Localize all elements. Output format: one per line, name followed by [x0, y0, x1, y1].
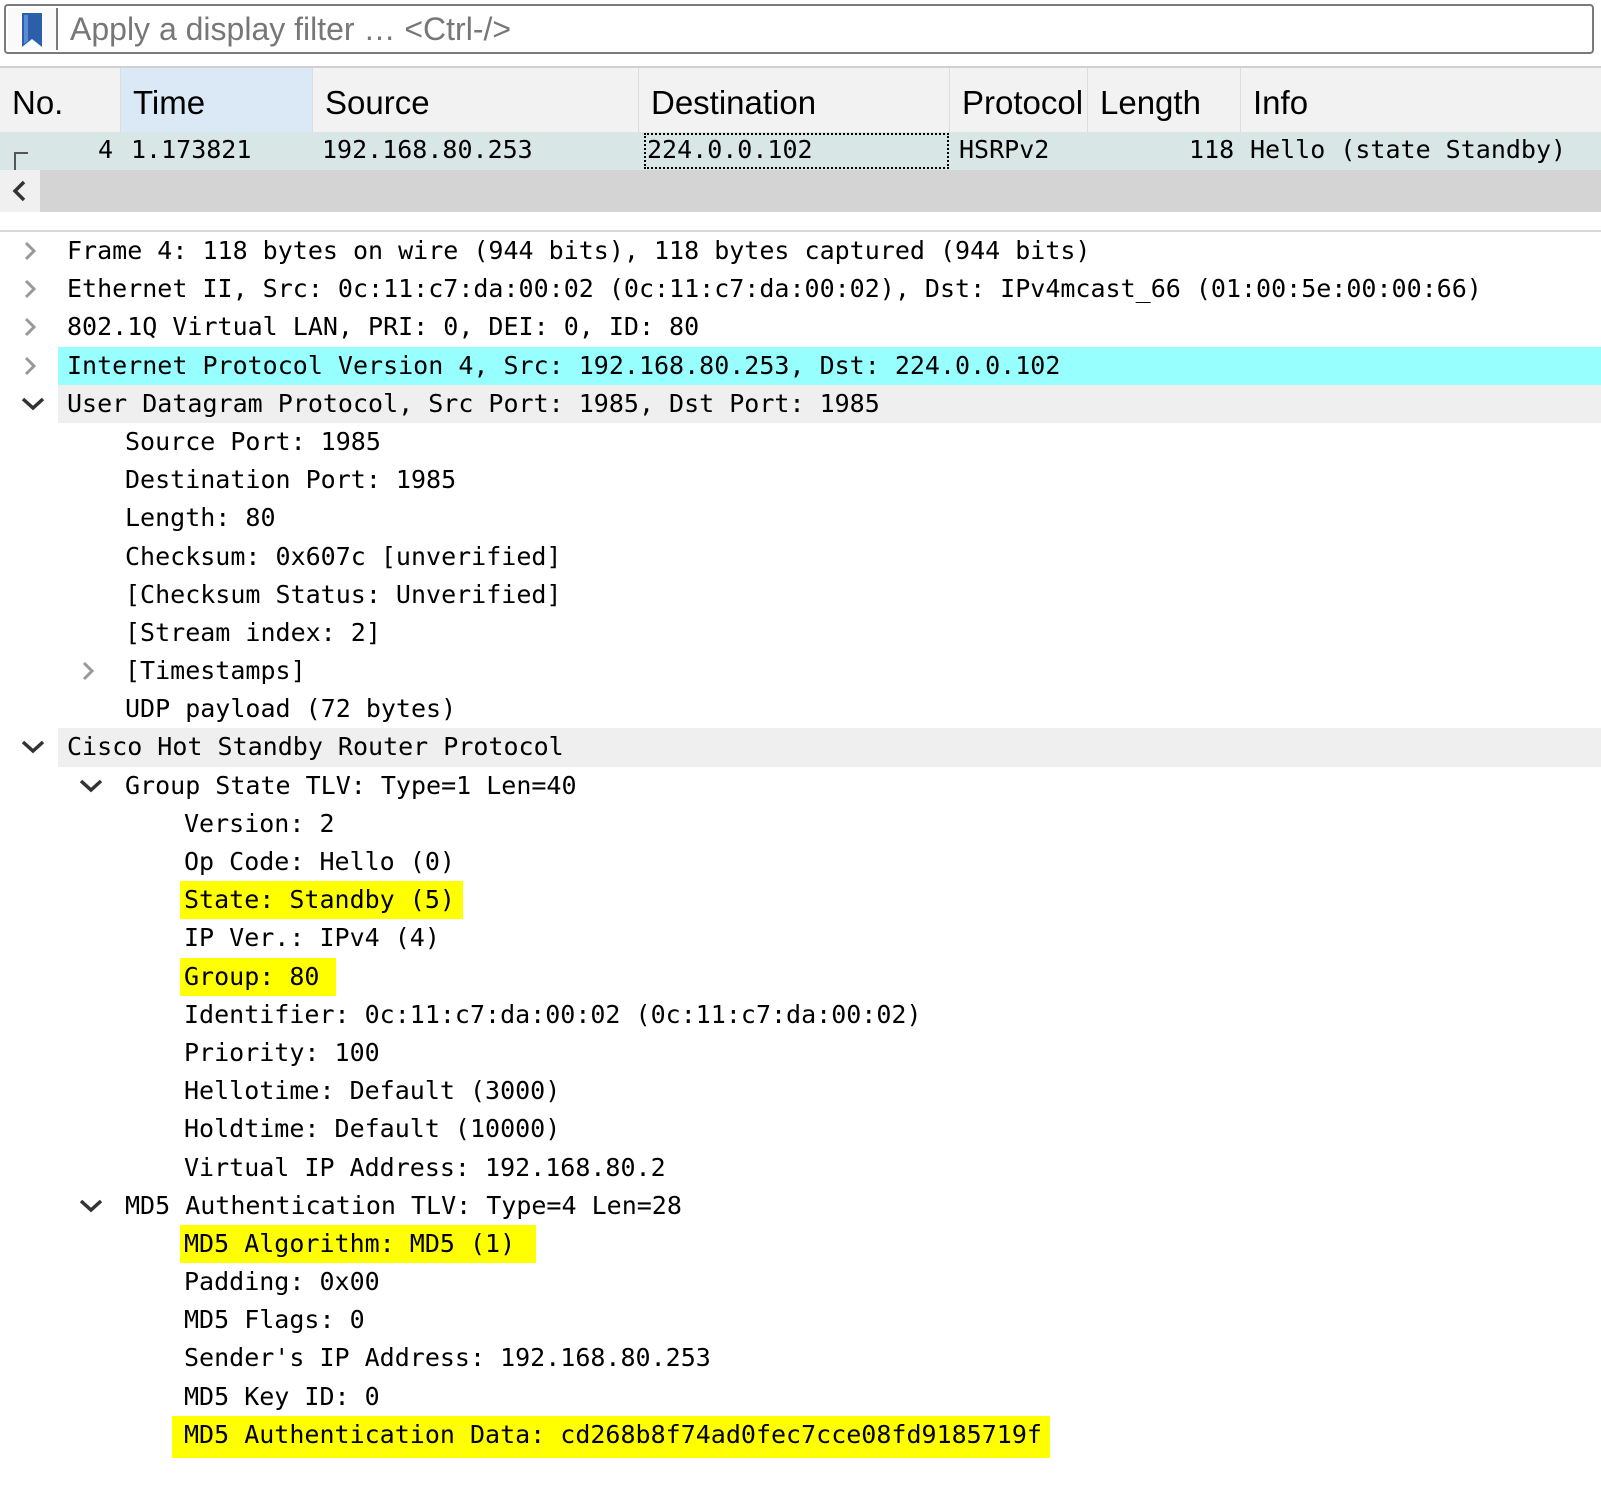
- cell-length: 118: [1189, 135, 1235, 164]
- column-header-info[interactable]: Info: [1241, 68, 1601, 134]
- packet-row[interactable]: 4 1.173821 192.168.80.253 224.0.0.102 HS…: [0, 132, 1601, 170]
- tree-item-label: Cisco Hot Standby Router Protocol: [67, 732, 564, 762]
- chevron-left-icon[interactable]: [0, 170, 40, 212]
- cell-source: 192.168.80.253: [322, 135, 533, 164]
- tree-item-label: Checksum: 0x607c [unverified]: [125, 541, 562, 571]
- chevron-right-icon[interactable]: [16, 347, 46, 385]
- tree-item-version[interactable]: Version: 2: [0, 805, 1601, 843]
- tree-item-label: Destination Port: 1985: [125, 465, 457, 495]
- tree-item-label: Length: 80: [125, 503, 276, 533]
- tree-item-ip[interactable]: Internet Protocol Version 4, Src: 192.16…: [0, 346, 1601, 385]
- tree-item-sender-ip[interactable]: Sender's IP Address: 192.168.80.253: [0, 1339, 1601, 1377]
- bookmark-icon: [22, 13, 42, 47]
- cell-info: Hello (state Standby): [1250, 135, 1567, 164]
- tree-item-frame[interactable]: Frame 4: 118 bytes on wire (944 bits), 1…: [0, 232, 1601, 270]
- column-header-protocol[interactable]: Protocol: [950, 68, 1088, 134]
- tree-item-label: MD5 Authentication Data: cd268b8f74ad0fe…: [184, 1419, 1042, 1449]
- cell-destination: 224.0.0.102: [643, 132, 950, 170]
- chevron-right-icon[interactable]: [74, 652, 104, 690]
- chevron-down-icon[interactable]: [74, 767, 104, 805]
- tree-item-label: MD5 Flags: 0: [184, 1305, 365, 1335]
- tree-item-label: 802.1Q Virtual LAN, PRI: 0, DEI: 0, ID: …: [67, 312, 700, 342]
- tree-item-label: IP Ver.: IPv4 (4): [184, 923, 440, 953]
- tree-item-md5-algorithm[interactable]: MD5 Algorithm: MD5 (1): [0, 1224, 1601, 1263]
- cell-no: 4: [98, 135, 114, 164]
- tree-item-label: Hellotime: Default (3000): [184, 1076, 561, 1106]
- packet-list-header: No. Time Source Destination Protocol Len…: [0, 66, 1601, 134]
- display-filter-input[interactable]: [62, 8, 1598, 50]
- tree-item-hellotime[interactable]: Hellotime: Default (3000): [0, 1072, 1601, 1110]
- tree-item-label: Padding: 0x00: [184, 1267, 380, 1297]
- horizontal-scrollbar[interactable]: [0, 170, 1601, 212]
- chevron-down-icon[interactable]: [16, 385, 46, 423]
- chevron-down-icon[interactable]: [16, 728, 46, 766]
- tree-item-label: Internet Protocol Version 4, Src: 192.16…: [67, 350, 1061, 380]
- tree-item-label: Group State TLV: Type=1 Len=40: [125, 770, 577, 800]
- tree-item-ip-ver[interactable]: IP Ver.: IPv4 (4): [0, 919, 1601, 957]
- tree-item-virtual-ip[interactable]: Virtual IP Address: 192.168.80.2: [0, 1149, 1601, 1187]
- tree-item-label: Priority: 100: [184, 1037, 380, 1067]
- tree-item-timestamps[interactable]: [Timestamps]: [0, 652, 1601, 690]
- tree-item-label: Ethernet II, Src: 0c:11:c7:da:00:02 (0c:…: [67, 274, 1482, 304]
- tree-item-label: MD5 Key ID: 0: [184, 1381, 380, 1411]
- tree-item-group[interactable]: Group: 80: [0, 957, 1601, 996]
- tree-item-udp-length[interactable]: Length: 80: [0, 499, 1601, 537]
- tree-item-label: [Checksum Status: Unverified]: [125, 579, 562, 609]
- tree-item-md5-auth-data[interactable]: MD5 Authentication Data: cd268b8f74ad0fe…: [0, 1415, 1601, 1458]
- row-marker-icon: [14, 152, 28, 170]
- tree-item-udp-stream-index[interactable]: [Stream index: 2]: [0, 614, 1601, 652]
- cell-protocol: HSRPv2: [959, 135, 1050, 164]
- tree-item-label: [Timestamps]: [125, 656, 306, 686]
- tree-item-label: Version: 2: [184, 808, 335, 838]
- column-header-source[interactable]: Source: [313, 68, 639, 134]
- tree-item-md5-padding[interactable]: Padding: 0x00: [0, 1263, 1601, 1301]
- tree-item-label: Virtual IP Address: 192.168.80.2: [184, 1152, 666, 1182]
- tree-item-label: Source Port: 1985: [125, 426, 381, 456]
- tree-item-label: Frame 4: 118 bytes on wire (944 bits), 1…: [67, 236, 1091, 265]
- chevron-down-icon[interactable]: [74, 1187, 104, 1225]
- tree-item-identifier[interactable]: Identifier: 0c:11:c7:da:00:02 (0c:11:c7:…: [0, 996, 1601, 1034]
- tree-item-label: User Datagram Protocol, Src Port: 1985, …: [67, 388, 880, 418]
- tree-item-label: Group: 80: [184, 961, 320, 991]
- tree-item-opcode[interactable]: Op Code: Hello (0): [0, 843, 1601, 881]
- tree-item-label: MD5 Authentication TLV: Type=4 Len=28: [125, 1190, 682, 1220]
- pane-splitter[interactable]: [0, 212, 1601, 232]
- cell-time: 1.173821: [131, 135, 252, 164]
- column-header-destination[interactable]: Destination: [639, 68, 950, 134]
- tree-item-udp-checksum-status[interactable]: [Checksum Status: Unverified]: [0, 576, 1601, 614]
- filter-bookmark-button[interactable]: [8, 8, 58, 50]
- tree-item-label: [Stream index: 2]: [125, 617, 381, 647]
- chevron-right-icon[interactable]: [16, 232, 46, 270]
- tree-item-label: Op Code: Hello (0): [184, 847, 455, 876]
- chevron-right-icon[interactable]: [16, 270, 46, 308]
- packet-details-tree: Frame 4: 118 bytes on wire (944 bits), 1…: [0, 232, 1601, 1458]
- tree-item-label: Holdtime: Default (10000): [184, 1114, 561, 1144]
- tree-item-udp-dst-port[interactable]: Destination Port: 1985: [0, 461, 1601, 499]
- tree-item-state[interactable]: State: Standby (5): [0, 881, 1601, 920]
- chevron-right-icon[interactable]: [16, 308, 46, 346]
- tree-item-priority[interactable]: Priority: 100: [0, 1034, 1601, 1072]
- column-header-time[interactable]: Time: [121, 68, 313, 134]
- tree-item-udp[interactable]: User Datagram Protocol, Src Port: 1985, …: [0, 384, 1601, 424]
- display-filter-bar: [4, 4, 1598, 54]
- column-header-length[interactable]: Length: [1088, 68, 1241, 134]
- tree-item-udp-src-port[interactable]: Source Port: 1985: [0, 423, 1601, 461]
- tree-item-ethernet[interactable]: Ethernet II, Src: 0c:11:c7:da:00:02 (0c:…: [0, 270, 1601, 308]
- tree-item-md5-key-id[interactable]: MD5 Key ID: 0: [0, 1378, 1601, 1416]
- tree-item-label: Sender's IP Address: 192.168.80.253: [184, 1343, 711, 1373]
- tree-item-label: State: Standby (5): [184, 885, 455, 915]
- column-header-no[interactable]: No.: [0, 68, 121, 134]
- tree-item-label: Identifier: 0c:11:c7:da:00:02 (0c:11:c7:…: [184, 999, 922, 1029]
- tree-item-label: MD5 Algorithm: MD5 (1): [184, 1228, 516, 1258]
- tree-item-vlan[interactable]: 802.1Q Virtual LAN, PRI: 0, DEI: 0, ID: …: [0, 308, 1601, 346]
- tree-item-md5-flags[interactable]: MD5 Flags: 0: [0, 1301, 1601, 1339]
- tree-item-holdtime[interactable]: Holdtime: Default (10000): [0, 1110, 1601, 1148]
- tree-item-udp-checksum[interactable]: Checksum: 0x607c [unverified]: [0, 538, 1601, 576]
- tree-item-udp-payload[interactable]: UDP payload (72 bytes): [0, 690, 1601, 728]
- tree-item-group-state-tlv[interactable]: Group State TLV: Type=1 Len=40: [0, 767, 1601, 805]
- tree-item-md5-tlv[interactable]: MD5 Authentication TLV: Type=4 Len=28: [0, 1187, 1601, 1225]
- tree-item-label: UDP payload (72 bytes): [125, 694, 457, 724]
- tree-item-hsrp[interactable]: Cisco Hot Standby Router Protocol: [0, 728, 1601, 767]
